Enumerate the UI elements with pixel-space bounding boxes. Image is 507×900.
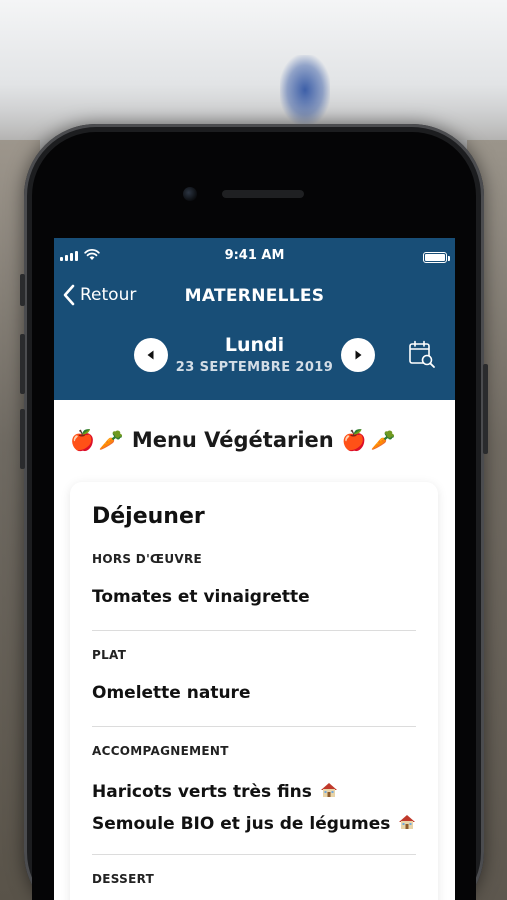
battery-icon [423, 252, 447, 263]
earpiece-speaker [222, 190, 304, 198]
header: 9:41 AM Retour MATERNELLES Lundi 23 SEPT… [54, 238, 455, 400]
day-name: Lundi [224, 334, 285, 356]
power-button [483, 364, 488, 454]
section-label-side: ACCOMPAGNEMENT [92, 744, 229, 758]
section-label-main: PLAT [92, 648, 127, 662]
app-screen: 9:41 AM Retour MATERNELLES Lundi 23 SEPT… [54, 238, 455, 900]
battery-nub [448, 256, 450, 261]
date-selector: Lundi 23 SEPTEMBRE 2019 [54, 334, 455, 378]
apple-emoji: 🍎 [341, 428, 367, 452]
full-date: 23 SEPTEMBRE 2019 [175, 360, 334, 375]
section-label-starter: HORS D'ŒUVRE [92, 552, 203, 566]
background-flag [280, 55, 330, 125]
meal-title: Déjeuner [92, 504, 205, 529]
divider [92, 854, 416, 855]
side-text-1: Haricots verts très fins [92, 782, 312, 802]
carrot-emoji: 🥕 [98, 428, 124, 452]
side-text-2: Semoule [92, 814, 175, 834]
page-title: MATERNELLES [184, 286, 325, 306]
menu-heading: 🍎 🥕 Menu Végétarien 🍎 🥕 [70, 428, 396, 452]
front-camera [183, 187, 197, 201]
section-value-starter: Tomates et vinaigrette [92, 587, 310, 607]
apple-emoji: 🍎 [70, 428, 95, 452]
volume-down-button [20, 409, 25, 469]
homemade-icon [399, 815, 416, 829]
status-bar: 9:41 AM [54, 248, 455, 268]
section-label-dessert: DESSERT [92, 872, 155, 886]
status-time: 9:41 AM [224, 248, 285, 263]
section-value-main: Omelette nature [92, 683, 251, 703]
side-text-3: BIO et jus de légumes [180, 814, 391, 834]
section-value-side: Haricots verts très fins Semoule BIO et … [92, 776, 422, 840]
calendar-search-icon[interactable] [408, 340, 436, 370]
next-day-icon [355, 350, 362, 360]
next-day-button[interactable] [341, 338, 375, 372]
divider [92, 630, 416, 631]
menu-heading-text: Menu Végétarien [131, 428, 334, 452]
divider [92, 726, 416, 727]
homemade-icon [320, 783, 337, 797]
carrot-emoji: 🥕 [370, 428, 396, 452]
volume-up-button [20, 334, 25, 394]
mute-switch [20, 274, 25, 306]
background-sky [0, 0, 507, 140]
navigation-bar: Retour MATERNELLES [54, 282, 455, 312]
meal-card: Déjeuner HORS D'ŒUVRE Tomates et vinaigr… [70, 482, 438, 900]
